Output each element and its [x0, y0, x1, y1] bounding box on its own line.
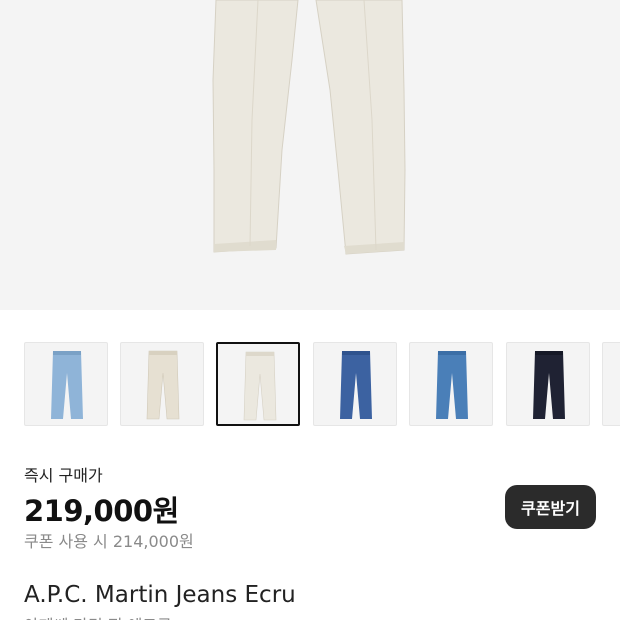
thumbnail-indigo[interactable]: [506, 342, 590, 426]
thumbnail-ecru-selected[interactable]: [216, 342, 300, 426]
thumbnail-ecru[interactable]: [120, 342, 204, 426]
jeans-icon: [146, 350, 180, 420]
product-detail-page: 즉시 구매가 219,000원 쿠폰 사용 시 214,000원 쿠폰받기 A.…: [0, 0, 620, 620]
price-label: 즉시 구매가: [24, 466, 103, 485]
jeans-icon: [436, 351, 468, 419]
jeans-icon: [243, 351, 277, 421]
price-value: 219,000원: [24, 494, 179, 528]
jeans-icon: [51, 351, 83, 419]
product-subtitle: 아페쎄 마틴 진 에크루: [24, 612, 172, 620]
thumbnail-mid-blue[interactable]: [313, 342, 397, 426]
color-thumbnail-strip: [0, 340, 620, 430]
product-title: A.P.C. Martin Jeans Ecru: [24, 582, 296, 608]
jeans-icon: [340, 351, 372, 419]
product-main-image[interactable]: [0, 0, 620, 310]
thumbnail-washed-blue[interactable]: [409, 342, 493, 426]
jeans-icon: [533, 351, 565, 419]
coupon-price: 쿠폰 사용 시 214,000원: [24, 532, 194, 551]
thumbnail-light-blue[interactable]: [24, 342, 108, 426]
get-coupon-button[interactable]: 쿠폰받기: [505, 485, 596, 529]
jeans-illustration: [212, 0, 406, 255]
thumbnail-more[interactable]: [602, 342, 620, 426]
